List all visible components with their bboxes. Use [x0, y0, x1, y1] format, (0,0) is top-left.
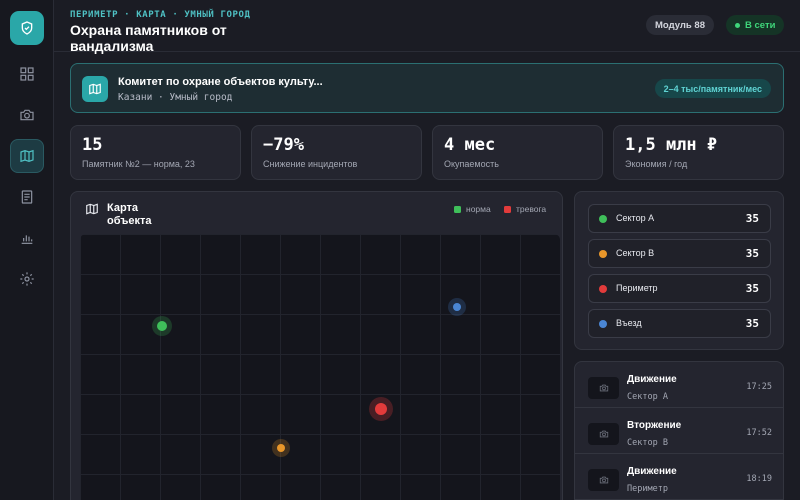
status-dot-icon [599, 285, 607, 293]
legend-alarm: тревога [504, 204, 546, 214]
sector-name: Сектор А [616, 213, 655, 223]
sector-panel: Сектор А 35 Сектор В 35 Периметр 35 Въез… [574, 191, 784, 350]
event-thumbnail [588, 377, 619, 399]
chart-icon [21, 235, 33, 244]
event-sector: Периметр [627, 484, 668, 494]
sector-item[interactable]: Периметр 35 [588, 274, 771, 303]
map-icon [20, 149, 34, 163]
marker-perimeter[interactable] [375, 403, 387, 415]
event-title: Вторжение [627, 420, 682, 431]
online-dot-icon [735, 22, 740, 28]
stat-label: Снижение инцидентов [263, 159, 358, 169]
stat-label: Окупаемость [444, 159, 499, 169]
marker-entrance[interactable] [453, 303, 461, 311]
sector-count: 35 [745, 282, 759, 295]
banner-subtitle: Казани · Умный город [118, 92, 233, 103]
sector-count: 35 [745, 212, 759, 225]
nav-settings[interactable] [10, 262, 44, 296]
app-logo[interactable] [10, 11, 44, 45]
module-label: Модуль 88 [655, 19, 705, 31]
stat-card-monuments: 15 Памятник №2 — норма, 23 [70, 125, 241, 180]
module-badge: Модуль 88 [646, 15, 714, 35]
map-canvas[interactable] [80, 234, 560, 500]
nav-cameras[interactable] [10, 98, 44, 132]
price-badge: 2–4 тыс/памятник/мес [654, 79, 771, 98]
map-panel: Карта объекта норма тревога [70, 191, 563, 500]
gear-icon [20, 272, 34, 286]
camera-icon [599, 384, 608, 392]
nav-map[interactable] [10, 139, 44, 173]
sidebar [0, 0, 54, 500]
stat-label: Памятник №2 — норма, 23 [82, 159, 195, 169]
sector-item[interactable]: Сектор В 35 [588, 239, 771, 268]
legend-swatch-normal [454, 205, 461, 213]
camera-icon [20, 109, 34, 121]
event-item[interactable]: Движение Периметр 18:19 [575, 454, 783, 500]
header: ПЕРИМЕТР · КАРТА · УМНЫЙ ГОРОД Охрана па… [54, 0, 800, 54]
marker-sector-b[interactable] [277, 444, 285, 452]
page-title: Охрана памятников от вандализма [70, 22, 227, 54]
dashboard-icon [20, 67, 34, 81]
map-title: Карта объекта [107, 202, 152, 227]
stat-label: Экономия / год [625, 159, 688, 169]
sector-count: 35 [745, 247, 759, 260]
legend-swatch-alarm [504, 205, 511, 213]
stat-value: 4 мес [444, 135, 496, 155]
stat-value: 1,5 млн ₽ [625, 135, 718, 155]
status-dot-icon [599, 250, 607, 258]
status-label: В сети [745, 19, 776, 31]
sector-item[interactable]: Въезд 35 [588, 309, 771, 338]
event-sector: Сектор А [627, 392, 668, 402]
event-title: Движение [627, 374, 677, 385]
nav-dashboard[interactable] [10, 57, 44, 91]
nav-analytics[interactable] [10, 221, 44, 255]
event-thumbnail [588, 469, 619, 491]
event-item[interactable]: Движение Сектор А 17:25 [575, 362, 783, 408]
event-time: 17:52 [746, 428, 772, 438]
event-time: 18:19 [746, 474, 772, 484]
camera-icon [599, 430, 608, 438]
stat-value: −79% [263, 135, 304, 155]
legend-normal: норма [454, 204, 491, 214]
map-icon [86, 203, 98, 215]
event-title: Движение [627, 466, 677, 477]
events-panel: Движение Сектор А 17:25 Вторжение Сектор… [574, 361, 784, 500]
sector-name: Въезд [616, 318, 642, 328]
banner-map-icon [82, 76, 108, 102]
status-dot-icon [599, 215, 607, 223]
map-icon [89, 83, 101, 95]
event-thumbnail [588, 423, 619, 445]
stat-card-incidents: −79% Снижение инцидентов [251, 125, 422, 180]
stat-card-savings: 1,5 млн ₽ Экономия / год [613, 125, 784, 180]
client-banner[interactable]: Комитет по охране объектов культу... Каз… [70, 63, 784, 113]
status-badge: В сети [726, 15, 785, 35]
sector-name: Сектор В [616, 248, 655, 258]
legend-label: норма [466, 204, 491, 214]
event-time: 17:25 [746, 382, 772, 392]
stat-value: 15 [82, 135, 103, 155]
event-sector: Сектор В [627, 438, 668, 448]
shield-check-icon [21, 21, 33, 35]
marker-sector-a[interactable] [157, 321, 167, 331]
status-dot-icon [599, 320, 607, 328]
event-item[interactable]: Вторжение Сектор В 17:52 [575, 408, 783, 454]
nav-reports[interactable] [10, 180, 44, 214]
stat-card-payback: 4 мес Окупаемость [432, 125, 603, 180]
document-icon [21, 190, 33, 204]
sector-name: Периметр [616, 283, 658, 293]
legend-label: тревога [516, 204, 547, 214]
camera-icon [599, 476, 608, 484]
sector-count: 35 [745, 317, 759, 330]
banner-title: Комитет по охране объектов культу... [118, 76, 323, 88]
sector-item[interactable]: Сектор А 35 [588, 204, 771, 233]
breadcrumb: ПЕРИМЕТР · КАРТА · УМНЫЙ ГОРОД [70, 10, 251, 20]
